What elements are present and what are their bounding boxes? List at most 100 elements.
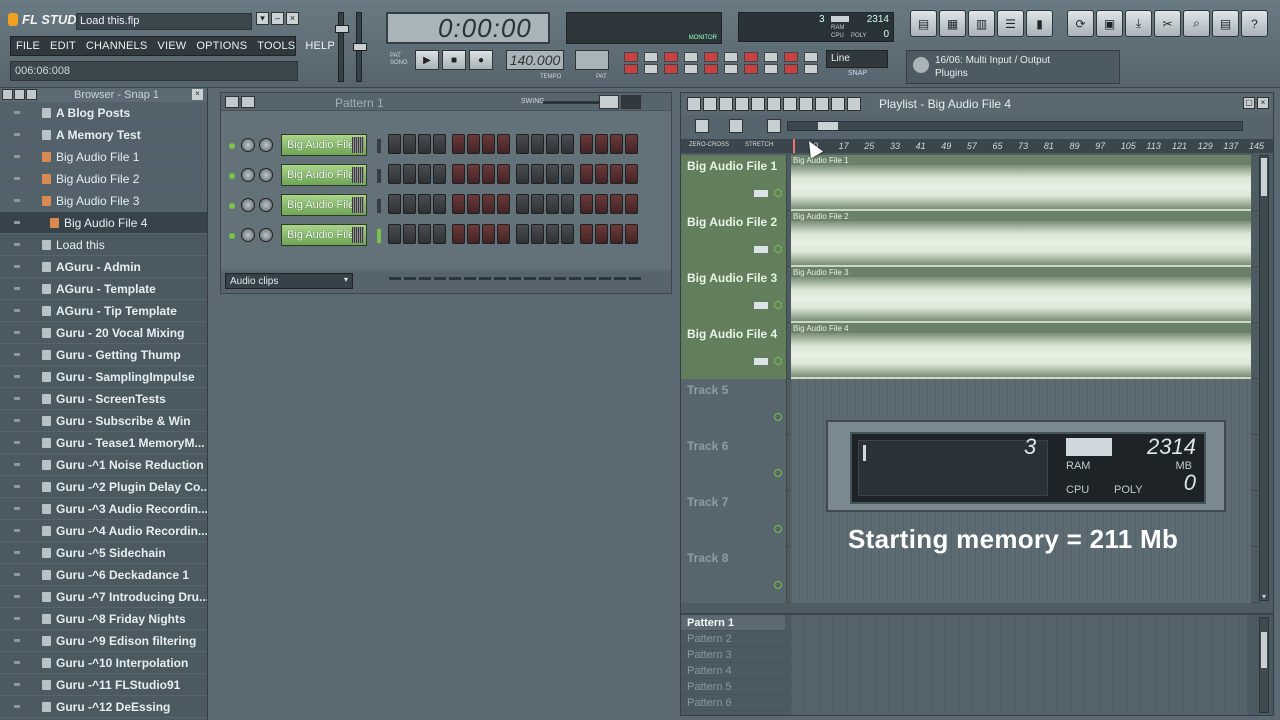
track-lane[interactable]: Big Audio File 4 bbox=[791, 323, 1251, 379]
step-button[interactable] bbox=[497, 134, 510, 154]
tool-icon[interactable] bbox=[744, 64, 758, 74]
step-button[interactable] bbox=[561, 134, 574, 154]
browser-item[interactable]: A Blog Posts bbox=[0, 102, 207, 124]
tempo-display[interactable]: 140.000 bbox=[506, 50, 564, 70]
step-button[interactable] bbox=[516, 164, 529, 184]
step-button[interactable] bbox=[546, 224, 559, 244]
pattern-list-item[interactable]: Pattern 3 bbox=[681, 647, 785, 663]
channel-select-indicator[interactable] bbox=[377, 169, 381, 183]
menu-edit[interactable]: EDIT bbox=[45, 37, 81, 55]
channel-mute-led[interactable] bbox=[229, 143, 235, 149]
step-button[interactable] bbox=[403, 194, 416, 214]
track-mute-icon[interactable] bbox=[774, 469, 782, 477]
browser-item[interactable]: Guru -^5 Sidechain bbox=[0, 542, 207, 564]
step-button[interactable] bbox=[561, 194, 574, 214]
step-button[interactable] bbox=[561, 224, 574, 244]
pattern-list-item[interactable]: Pattern 2 bbox=[681, 631, 785, 647]
scroll-down-icon[interactable]: ▾ bbox=[1259, 592, 1269, 602]
search-icon[interactable]: ⌕ bbox=[1183, 10, 1210, 37]
browser-item[interactable]: Guru -^12 DeEssing bbox=[0, 696, 207, 718]
step-button[interactable] bbox=[467, 224, 480, 244]
menu-view[interactable]: VIEW bbox=[152, 37, 191, 55]
channel-filter-select[interactable]: Audio clips ▾ bbox=[225, 273, 353, 289]
tool-icon[interactable] bbox=[684, 52, 698, 62]
minimize-icon[interactable] bbox=[241, 96, 255, 108]
step-button[interactable] bbox=[418, 134, 431, 154]
tool-icon[interactable] bbox=[804, 52, 818, 62]
tree-expand-icon[interactable] bbox=[14, 441, 20, 444]
step-button[interactable] bbox=[546, 164, 559, 184]
export-icon[interactable]: ⤓ bbox=[1125, 10, 1152, 37]
magnet-icon[interactable] bbox=[703, 97, 717, 111]
browser-item[interactable]: Guru - Subscribe & Win bbox=[0, 410, 207, 432]
tool-icon[interactable] bbox=[644, 64, 658, 74]
pattern-list-item[interactable]: Pattern 4 bbox=[681, 663, 785, 679]
zero-cross-toggle[interactable]: ZERO-CROSS bbox=[689, 142, 729, 148]
step-button[interactable] bbox=[433, 164, 446, 184]
step-button[interactable] bbox=[580, 164, 593, 184]
master-volume-slider[interactable] bbox=[335, 12, 349, 82]
pattern-scrollbar[interactable] bbox=[1259, 617, 1269, 713]
step-button[interactable] bbox=[433, 224, 446, 244]
step-button[interactable] bbox=[497, 224, 510, 244]
tree-expand-icon[interactable] bbox=[14, 111, 20, 114]
channel-button[interactable]: Big Audio File 4 bbox=[281, 224, 367, 246]
pattern-number-display[interactable] bbox=[575, 50, 609, 70]
audio-clip-icon[interactable] bbox=[767, 119, 781, 133]
browser-item[interactable]: AGuru - Template bbox=[0, 278, 207, 300]
step-button[interactable] bbox=[595, 134, 608, 154]
track-fx-icon[interactable] bbox=[754, 302, 768, 309]
tree-expand-icon[interactable] bbox=[14, 639, 20, 642]
step-button[interactable] bbox=[388, 164, 401, 184]
master-pitch-slider[interactable] bbox=[353, 12, 367, 82]
stop-button[interactable]: ■ bbox=[442, 50, 466, 70]
step-button[interactable] bbox=[418, 164, 431, 184]
volume-knob[interactable] bbox=[259, 138, 273, 152]
save-icon[interactable]: ▣ bbox=[1096, 10, 1123, 37]
track-header[interactable]: Big Audio File 4 bbox=[681, 323, 787, 379]
pan-knob[interactable] bbox=[241, 198, 255, 212]
step-button[interactable] bbox=[497, 194, 510, 214]
step-button[interactable] bbox=[516, 134, 529, 154]
tree-expand-icon[interactable] bbox=[14, 507, 20, 510]
step-button[interactable] bbox=[497, 164, 510, 184]
browser-icon[interactable]: ☰ bbox=[997, 10, 1024, 37]
step-button[interactable] bbox=[388, 194, 401, 214]
menu-arrow-icon[interactable]: ▾ bbox=[256, 12, 269, 25]
track-header[interactable]: Track 8 bbox=[681, 547, 787, 603]
up-icon[interactable] bbox=[26, 89, 37, 100]
step-button[interactable] bbox=[482, 194, 495, 214]
track-lane[interactable] bbox=[791, 547, 1251, 603]
channel-button[interactable]: Big Audio File 1 bbox=[281, 134, 367, 156]
pan-knob[interactable] bbox=[241, 138, 255, 152]
step-button[interactable] bbox=[595, 224, 608, 244]
browser-item[interactable]: Guru -^3 Audio Recordin... bbox=[0, 498, 207, 520]
step-button[interactable] bbox=[531, 134, 544, 154]
help-icon[interactable]: ? bbox=[1241, 10, 1268, 37]
browser-item[interactable]: Guru -^11 FLStudio91 bbox=[0, 674, 207, 696]
piano-roll-icon[interactable]: ▥ bbox=[968, 10, 995, 37]
step-button[interactable] bbox=[610, 164, 623, 184]
pan-knob[interactable] bbox=[241, 228, 255, 242]
options-icon[interactable] bbox=[687, 97, 701, 111]
browser-item[interactable]: Guru - 20 Vocal Mixing bbox=[0, 322, 207, 344]
step-button[interactable] bbox=[403, 224, 416, 244]
playhead-marker[interactable] bbox=[793, 139, 795, 153]
step-button[interactable] bbox=[467, 134, 480, 154]
browser-item[interactable]: Guru -^9 Edison filtering bbox=[0, 630, 207, 652]
pattern-list-item[interactable]: Pattern 6 bbox=[681, 695, 785, 711]
browser-item[interactable]: Guru - ScreenTests bbox=[0, 388, 207, 410]
step-button[interactable] bbox=[467, 164, 480, 184]
step-button[interactable] bbox=[546, 134, 559, 154]
step-button[interactable] bbox=[516, 224, 529, 244]
tree-expand-icon[interactable] bbox=[14, 309, 20, 312]
step-button[interactable] bbox=[531, 224, 544, 244]
step-button[interactable] bbox=[610, 194, 623, 214]
step-button[interactable] bbox=[625, 134, 638, 154]
tool-icon[interactable] bbox=[724, 52, 738, 62]
pat-song-switch[interactable]: PAT SONG bbox=[390, 53, 412, 67]
project-info-icon[interactable]: ▤ bbox=[1212, 10, 1239, 37]
tree-expand-icon[interactable] bbox=[14, 705, 20, 708]
track-header[interactable]: Big Audio File 3 bbox=[681, 267, 787, 323]
browser-item[interactable]: Big Audio File 3 bbox=[0, 190, 207, 212]
